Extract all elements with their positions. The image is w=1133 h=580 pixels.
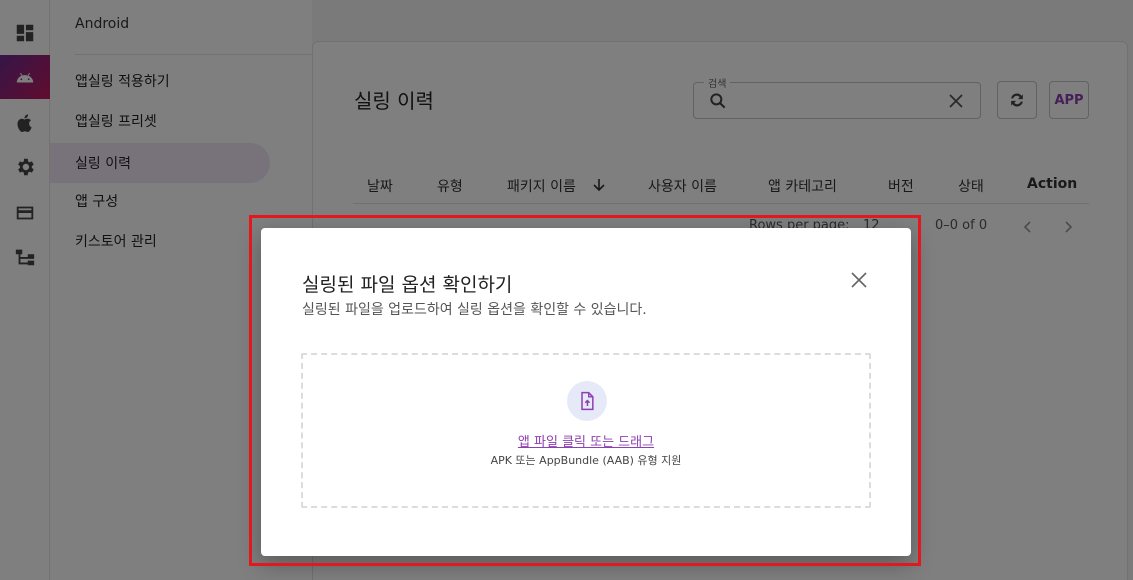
highlight-box (249, 215, 921, 566)
